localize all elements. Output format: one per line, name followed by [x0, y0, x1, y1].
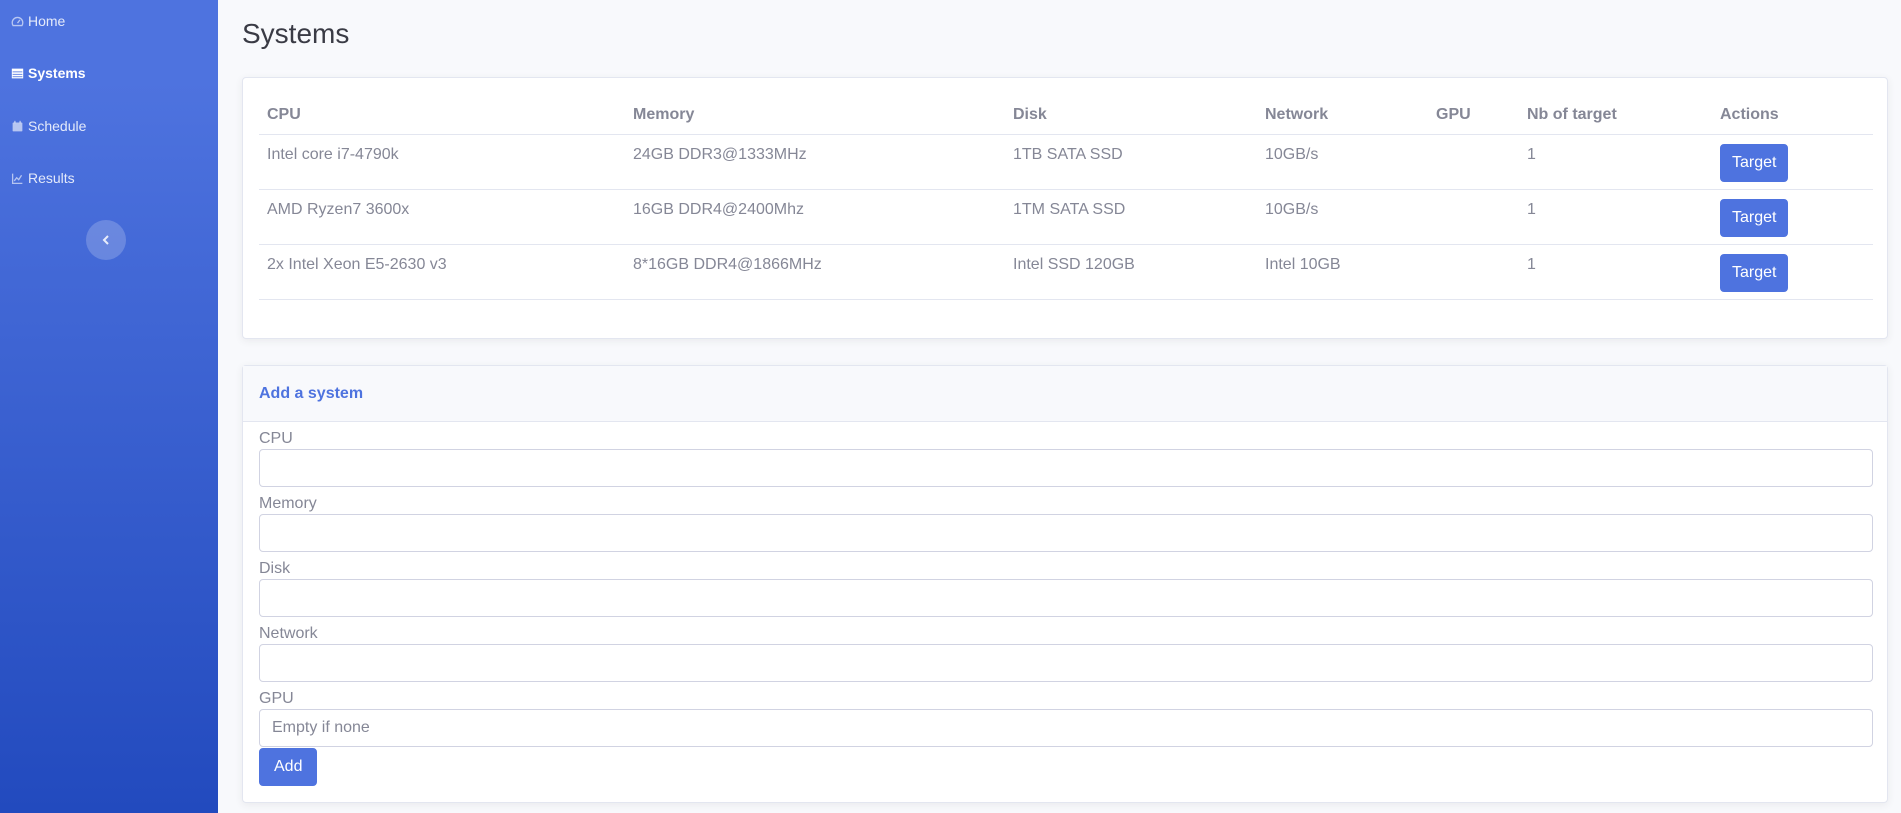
- column-header-actions: Actions: [1712, 98, 1873, 135]
- cell-actions: Target: [1712, 244, 1873, 300]
- cell-nb-target: 1: [1519, 244, 1712, 300]
- memory-label: Memory: [259, 495, 317, 512]
- sidebar-item-systems[interactable]: Systems: [10, 62, 86, 84]
- cell-cpu: 2x Intel Xeon E5-2630 v3: [259, 244, 625, 300]
- cell-cpu: Intel core i7-4790k: [259, 134, 625, 190]
- page-title: Systems: [242, 18, 350, 49]
- column-header-cpu[interactable]: CPU: [259, 98, 625, 135]
- tachometer-icon: [10, 14, 24, 28]
- sidebar-item-schedule[interactable]: Schedule: [10, 115, 86, 137]
- sidebar-item-home[interactable]: Home: [10, 10, 65, 32]
- column-header-memory[interactable]: Memory: [625, 98, 1005, 135]
- cpu-label: CPU: [259, 430, 293, 447]
- cell-disk: 1TM SATA SSD: [1005, 189, 1257, 245]
- table-row: 2x Intel Xeon E5-2630 v3 8*16GB DDR4@186…: [259, 244, 1873, 300]
- cell-memory: 24GB DDR3@1333MHz: [625, 134, 1005, 190]
- cell-nb-target: 1: [1519, 134, 1712, 190]
- calendar-icon: [10, 119, 24, 133]
- table-icon: [10, 66, 24, 80]
- cell-actions: Target: [1712, 189, 1873, 245]
- cell-network: Intel 10GB: [1257, 244, 1428, 300]
- target-button[interactable]: Target: [1720, 144, 1789, 182]
- add-button[interactable]: Add: [259, 748, 318, 786]
- cell-actions: Target: [1712, 134, 1873, 190]
- sidebar: Home Systems Schedule Results: [0, 0, 218, 813]
- cell-nb-target: 1: [1519, 189, 1712, 245]
- column-header-nb-target[interactable]: Nb of target: [1519, 98, 1712, 135]
- add-system-title: Add a system: [243, 366, 1887, 422]
- chevron-left-icon: [100, 234, 112, 246]
- column-header-disk[interactable]: Disk: [1005, 98, 1257, 135]
- target-button[interactable]: Target: [1720, 199, 1789, 237]
- gpu-label: GPU: [259, 690, 294, 707]
- systems-table-card: CPU Memory Disk Network GPU Nb of target…: [242, 77, 1888, 339]
- table-row: Intel core i7-4790k 24GB DDR3@1333MHz 1T…: [259, 134, 1873, 190]
- table-header-row: CPU Memory Disk Network GPU Nb of target…: [259, 98, 1873, 135]
- target-button[interactable]: Target: [1720, 254, 1789, 292]
- sidebar-item-label: Results: [28, 170, 75, 186]
- disk-input[interactable]: [259, 579, 1873, 617]
- column-header-network[interactable]: Network: [1257, 98, 1428, 135]
- add-system-card: Add a system CPU Memory Disk Network GPU…: [242, 365, 1888, 803]
- main-content: Systems CPU Memory Disk Network GPU Nb o…: [218, 0, 1901, 813]
- cpu-input[interactable]: [259, 449, 1873, 487]
- disk-label: Disk: [259, 560, 291, 577]
- network-input[interactable]: [259, 644, 1873, 682]
- systems-table: CPU Memory Disk Network GPU Nb of target…: [259, 98, 1873, 300]
- cell-disk: 1TB SATA SSD: [1005, 134, 1257, 190]
- cell-network: 10GB/s: [1257, 134, 1428, 190]
- sidebar-item-label: Home: [28, 13, 66, 29]
- chart-icon: [10, 171, 24, 185]
- cell-gpu: [1428, 244, 1519, 300]
- cell-network: 10GB/s: [1257, 189, 1428, 245]
- cell-memory: 16GB DDR4@2400Mhz: [625, 189, 1005, 245]
- sidebar-toggle-button[interactable]: [86, 220, 126, 260]
- sidebar-item-label: Schedule: [28, 118, 87, 134]
- sidebar-item-results[interactable]: Results: [10, 167, 75, 189]
- sidebar-item-label: Systems: [28, 65, 86, 81]
- table-row: AMD Ryzen7 3600x 16GB DDR4@2400Mhz 1TM S…: [259, 189, 1873, 245]
- cell-cpu: AMD Ryzen7 3600x: [259, 189, 625, 245]
- column-header-gpu[interactable]: GPU: [1428, 98, 1519, 135]
- cell-disk: Intel SSD 120GB: [1005, 244, 1257, 300]
- cell-memory: 8*16GB DDR4@1866MHz: [625, 244, 1005, 300]
- memory-input[interactable]: [259, 514, 1873, 552]
- network-label: Network: [259, 625, 318, 642]
- cell-gpu: [1428, 189, 1519, 245]
- add-system-form: CPU Memory Disk Network GPU Add: [243, 430, 1887, 786]
- cell-gpu: [1428, 134, 1519, 190]
- gpu-input[interactable]: [259, 709, 1873, 747]
